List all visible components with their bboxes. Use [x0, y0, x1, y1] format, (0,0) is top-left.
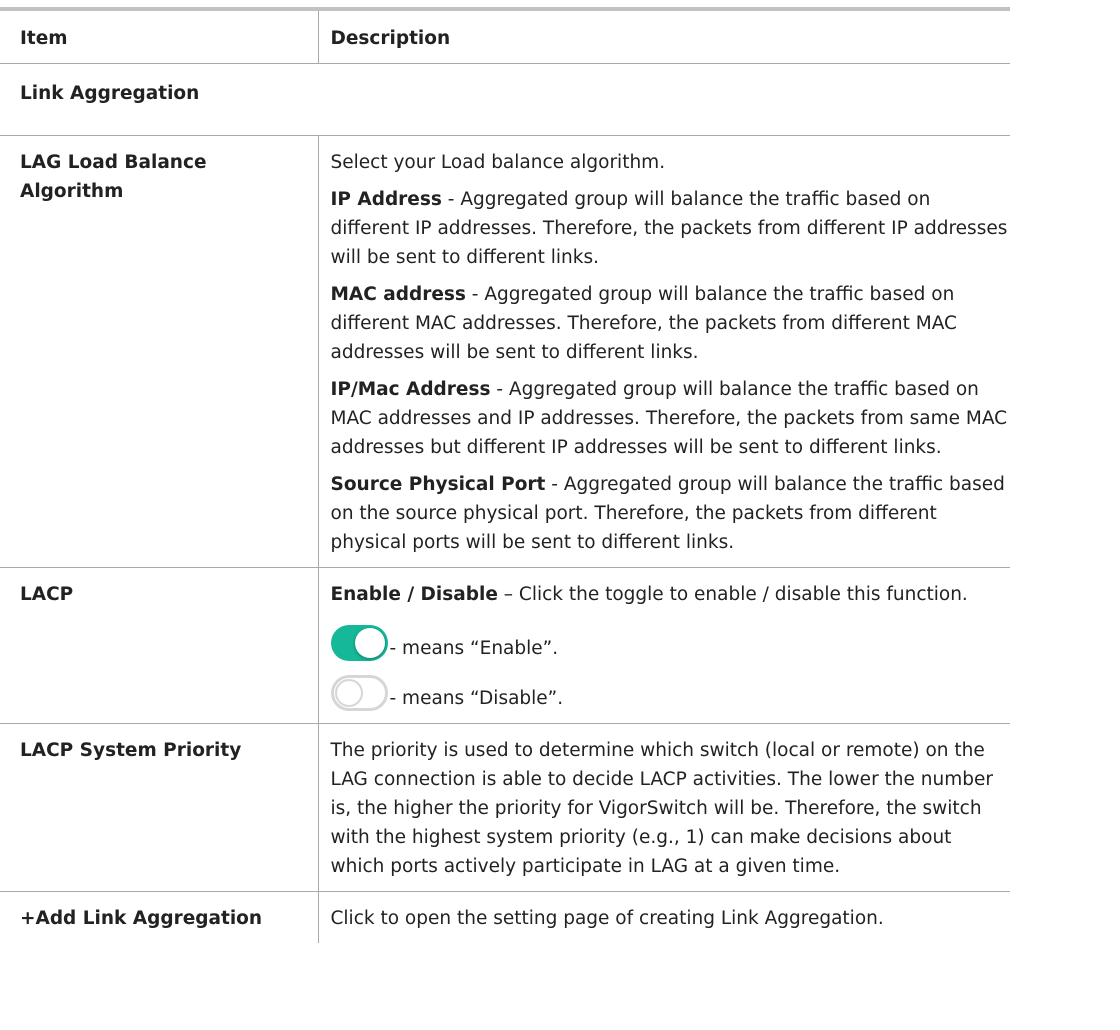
table-header-row: Item Description: [0, 7, 1010, 64]
description-cell: The priority is used to determine which …: [317, 723, 1010, 892]
section-row: Link Aggregation: [0, 63, 1010, 136]
priority-description: The priority is used to determine which …: [330, 740, 994, 877]
option-term: Enable / Disable: [330, 584, 498, 605]
option-term: IP/Mac Address: [330, 379, 491, 400]
option-term: MAC address: [330, 284, 466, 305]
lacp-description: Enable / Disable – Click the toggle to e…: [331, 580, 1011, 609]
option-term: IP Address: [330, 189, 442, 210]
option-source-physical-port: Source Physical Port - Aggregated group …: [331, 470, 1011, 557]
toggle-on-icon: [330, 625, 388, 661]
item-lag-load-balance-algorithm: LAG Load Balance Algorithm: [0, 135, 318, 568]
option-text: – Click the toggle to enable / disable t…: [497, 584, 968, 605]
item-lacp-system-priority: LACP System Priority: [0, 723, 318, 892]
toggle-off-icon: [330, 675, 388, 711]
table-row: LACP System Priority The priority is use…: [0, 723, 1010, 892]
toggle-disable-example: - means “Disable”.: [330, 667, 1011, 713]
option-mac-address: MAC address - Aggregated group will bala…: [331, 280, 1011, 367]
toggle-off-caption: - means “Disable”.: [389, 688, 564, 709]
description-table: Item Description Link Aggregation LAG Lo…: [0, 7, 1010, 943]
toggle-on-caption: - means “Enable”.: [389, 638, 559, 659]
description-intro: Select your Load balance algorithm.: [330, 152, 666, 173]
add-link-aggregation-description: Click to open the setting page of creati…: [330, 908, 884, 929]
option-term: Source Physical Port: [330, 474, 546, 495]
item-lacp: LACP: [0, 567, 318, 724]
description-column-header: Description: [317, 7, 1010, 64]
toggle-enable-example: - means “Enable”.: [330, 617, 1011, 663]
description-cell: Select your Load balance algorithm. IP A…: [317, 135, 1011, 568]
page: { "table": { "header": { "item": "Item",…: [0, 0, 1120, 1030]
option-ip-address: IP Address - Aggregated group will balan…: [331, 185, 1011, 272]
item-column-header: Item: [0, 7, 318, 64]
option-ip-mac-address: IP/Mac Address - Aggregated group will b…: [331, 375, 1011, 462]
table-row: +Add Link Aggregation Click to open the …: [0, 891, 1010, 943]
section-title: Link Aggregation: [0, 63, 1010, 136]
table-row: LAG Load Balance Algorithm Select your L…: [0, 135, 1011, 568]
table-row: LACP Enable / Disable – Click the toggle…: [0, 567, 1011, 724]
description-cell: Click to open the setting page of creati…: [317, 891, 1010, 943]
description-cell: Enable / Disable – Click the toggle to e…: [317, 567, 1011, 724]
item-add-link-aggregation: +Add Link Aggregation: [20, 908, 263, 929]
